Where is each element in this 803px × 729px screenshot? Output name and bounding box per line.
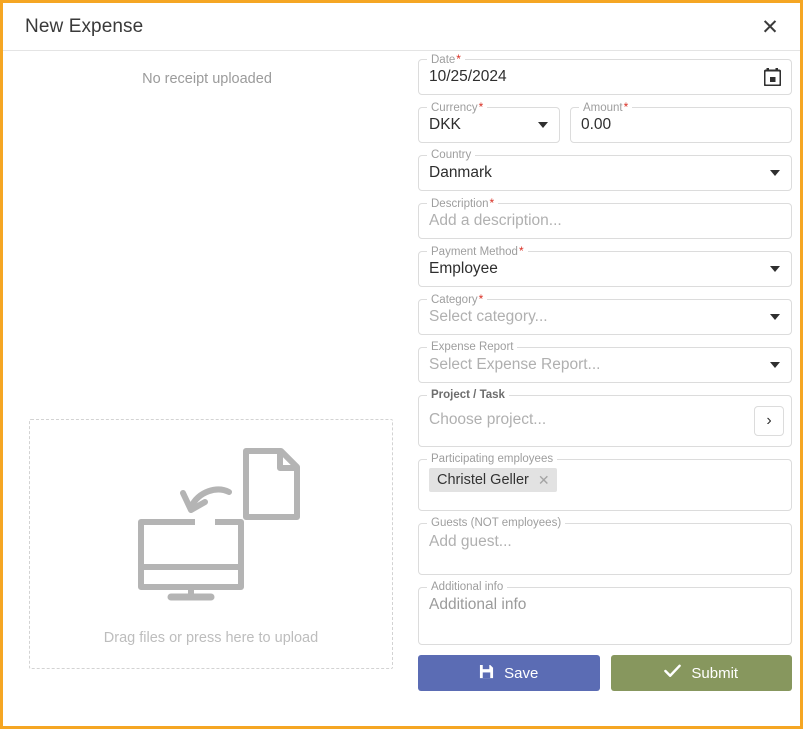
save-button-label: Save — [504, 664, 539, 682]
project-task-label: Project / Task — [427, 388, 509, 402]
dropzone-label: Drag files or press here to upload — [103, 629, 319, 646]
field-amount: Amount* 0.00 — [570, 100, 792, 143]
description-placeholder: Add a description... — [429, 212, 562, 229]
submit-button[interactable]: Submit — [610, 655, 792, 691]
chevron-down-icon[interactable] — [770, 266, 780, 272]
date-input[interactable]: 10/25/2024 — [418, 59, 792, 95]
currency-value: DKK — [429, 116, 461, 133]
expense-form: Date* 10/25/2024 Currency* DKK Amount* 0… — [411, 51, 800, 726]
category-placeholder: Select category... — [429, 308, 548, 325]
field-currency: Currency* DKK — [418, 100, 560, 143]
field-description: Description* Add a description... — [418, 196, 792, 239]
country-value: Danmark — [429, 164, 492, 181]
save-button[interactable]: Save — [418, 655, 600, 691]
dialog-titlebar: New Expense ✕ — [3, 3, 800, 51]
receipt-dropzone[interactable]: Drag files or press here to upload — [29, 419, 393, 669]
field-category: Category* Select category... — [418, 292, 792, 335]
field-project-task: Project / Task Choose project... › — [418, 388, 792, 447]
field-additional-info: Additional info Additional info — [418, 580, 792, 645]
currency-amount-row: Currency* DKK Amount* 0.00 — [418, 100, 792, 143]
date-label: Date* — [427, 52, 465, 67]
expense-report-placeholder: Select Expense Report... — [429, 356, 601, 373]
close-icon[interactable]: ✕ — [756, 13, 784, 41]
amount-label: Amount* — [579, 100, 633, 115]
guests-placeholder: Add guest... — [429, 533, 512, 550]
chevron-down-icon[interactable] — [770, 314, 780, 320]
new-expense-dialog: New Expense ✕ No receipt uploaded Drag f… — [0, 0, 803, 729]
receipt-panel: No receipt uploaded Drag files or press … — [3, 51, 411, 726]
chevron-down-icon[interactable] — [770, 362, 780, 368]
project-task-input[interactable]: Choose project... › — [418, 395, 792, 447]
no-receipt-status: No receipt uploaded — [142, 71, 272, 87]
chip-remove-icon[interactable]: ✕ — [538, 473, 550, 487]
description-label: Description* — [427, 196, 499, 211]
calendar-icon[interactable] — [763, 68, 782, 91]
currency-label: Currency* — [427, 100, 488, 115]
country-label: Country — [427, 148, 476, 162]
save-floppy-icon — [479, 664, 494, 683]
page-title: New Expense — [25, 16, 144, 37]
chevron-down-icon[interactable] — [538, 122, 548, 128]
field-expense-report: Expense Report Select Expense Report... — [418, 340, 792, 383]
chevron-down-icon[interactable] — [770, 170, 780, 176]
payment-method-value: Employee — [429, 260, 498, 277]
field-guests: Guests (NOT employees) Add guest... — [418, 516, 792, 575]
amount-value: 0.00 — [581, 116, 612, 133]
submit-button-label: Submit — [691, 664, 739, 682]
participating-employees-input[interactable]: Christel Geller ✕ — [418, 459, 792, 511]
payment-method-label: Payment Method* — [427, 244, 528, 259]
category-label: Category* — [427, 292, 488, 307]
guests-input[interactable]: Add guest... — [418, 523, 792, 575]
date-value: 10/25/2024 — [429, 68, 507, 85]
monitor-upload-icon — [129, 443, 305, 608]
check-icon — [664, 664, 682, 682]
employee-chip-label: Christel Geller — [437, 472, 529, 488]
field-country: Country Danmark — [418, 148, 792, 191]
additional-info-placeholder: Additional info — [429, 596, 527, 613]
field-payment-method: Payment Method* Employee — [418, 244, 792, 287]
dialog-body: No receipt uploaded Drag files or press … — [3, 51, 800, 726]
additional-info-label: Additional info — [427, 580, 508, 594]
form-actions: Save Submit — [418, 655, 792, 691]
chevron-right-icon[interactable]: › — [754, 406, 784, 436]
guests-label: Guests (NOT employees) — [427, 516, 566, 530]
expense-report-label: Expense Report — [427, 340, 518, 354]
project-task-placeholder: Choose project... — [429, 411, 547, 428]
participating-employees-label: Participating employees — [427, 452, 558, 466]
additional-info-textarea[interactable]: Additional info — [418, 587, 792, 645]
field-participating-employees: Participating employees Christel Geller … — [418, 452, 792, 511]
employee-chip[interactable]: Christel Geller ✕ — [429, 468, 557, 492]
field-date: Date* 10/25/2024 — [418, 52, 792, 95]
